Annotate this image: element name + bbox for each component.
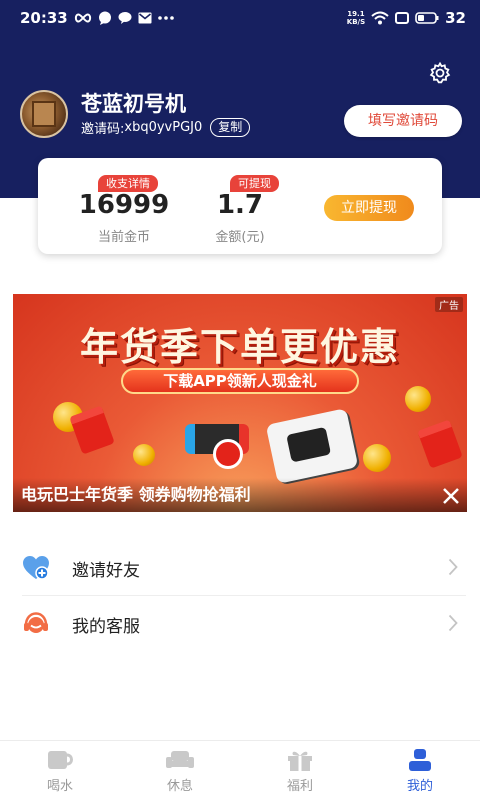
red-envelope-decoration xyxy=(417,419,463,469)
coin-decoration xyxy=(363,444,391,472)
ad-badge: 广告 xyxy=(435,297,463,312)
coins-value: 16999 xyxy=(78,190,170,220)
battery-level: 32 xyxy=(445,9,466,27)
character-image xyxy=(213,439,243,469)
menu-item-label: 邀请好友 xyxy=(72,560,140,581)
net-speed: 19.1 KB/S xyxy=(346,10,366,26)
menu-item-label: 我的客服 xyxy=(72,616,140,637)
invite-code-label: 邀请码: xyxy=(81,122,125,137)
status-bar: 20:33 19.1 KB/S 32 xyxy=(0,0,480,38)
gift-icon xyxy=(288,751,312,771)
game-console-image xyxy=(265,408,359,484)
menu-item-invite-friends[interactable]: 邀请好友 xyxy=(22,540,466,596)
coins-label: 当前金币 xyxy=(97,230,150,245)
tab-rest[interactable]: 休息 xyxy=(120,741,240,800)
ad-caption: 电玩巴士年货季 领券购物抢福利 xyxy=(21,485,251,504)
invite-code-value: xbq0yvPGJ0 xyxy=(124,120,203,135)
close-icon[interactable] xyxy=(441,486,461,506)
tab-label: 休息 xyxy=(166,779,193,794)
chevron-right-icon xyxy=(448,558,458,576)
gear-icon[interactable] xyxy=(428,61,452,85)
wallet-card: 收支详情 16999 当前金币 可提现 1.7 金额(元) 立即提现 xyxy=(38,158,442,254)
fill-invite-code-button[interactable]: 填写邀请码 xyxy=(344,105,462,137)
ad-banner[interactable]: 广告 年货季下单更优惠 下载APP领新人现金礼 电玩巴士年货季 领券购物抢福利 xyxy=(13,294,467,512)
copy-button[interactable]: 复制 xyxy=(210,118,251,137)
message-icon xyxy=(118,12,132,24)
withdraw-button[interactable]: 立即提现 xyxy=(324,195,414,221)
ad-subheadline: 下载APP领新人现金礼 xyxy=(121,368,359,394)
ad-headline: 年货季下单更优惠 xyxy=(79,325,400,369)
chevron-right-icon xyxy=(448,614,458,632)
menu-item-customer-service[interactable]: 我的客服 xyxy=(22,596,466,652)
tab-mine[interactable]: 我的 xyxy=(360,741,480,800)
coin-decoration xyxy=(133,444,155,466)
bottom-tab-bar: 喝水 休息 福利 我的 xyxy=(0,740,480,800)
cash-value: 1.7 xyxy=(216,190,264,220)
tab-drink-water[interactable]: 喝水 xyxy=(0,741,120,800)
invite-code-line: 邀请码: xbq0yvPGJ0 复制 xyxy=(81,118,251,137)
coin-decoration xyxy=(405,386,431,412)
screen-icon xyxy=(395,12,410,24)
wifi-icon xyxy=(371,11,389,25)
battery-icon xyxy=(415,12,439,24)
mail-icon xyxy=(138,12,152,24)
tab-welfare[interactable]: 福利 xyxy=(240,741,360,800)
username: 苍蓝初号机 xyxy=(81,92,186,116)
more-dots-icon xyxy=(157,16,174,20)
tab-label: 福利 xyxy=(286,779,313,794)
chat-bubble-icon xyxy=(98,11,111,25)
cash-label: 金额(元) xyxy=(215,230,265,245)
sofa-icon xyxy=(166,751,194,768)
tab-label: 喝水 xyxy=(46,779,73,794)
person-icon xyxy=(409,749,431,771)
avatar[interactable] xyxy=(20,90,68,138)
headset-icon xyxy=(24,612,48,633)
infinity-icon xyxy=(74,13,91,23)
status-time: 20:33 xyxy=(20,9,68,27)
cup-icon xyxy=(48,751,73,769)
tab-label: 我的 xyxy=(406,779,433,794)
heart-plus-icon xyxy=(23,556,49,580)
